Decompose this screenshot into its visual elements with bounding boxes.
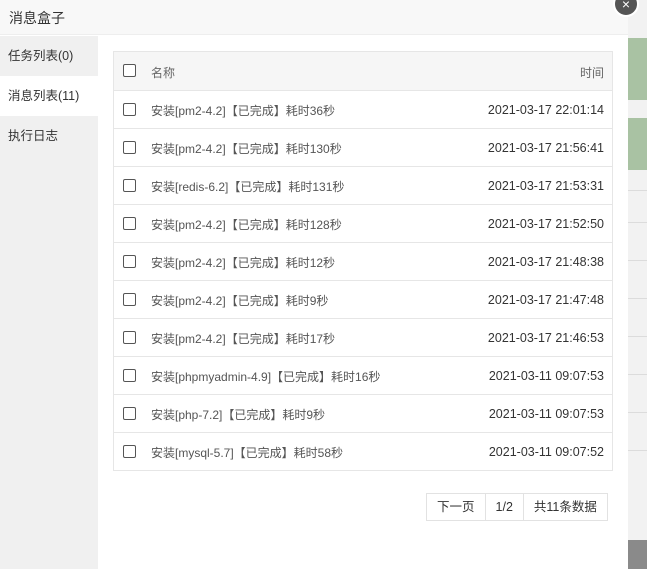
- row-checkbox[interactable]: [123, 445, 136, 458]
- message-name: 安装[redis-6.2]【已完成】耗时131秒: [151, 180, 345, 194]
- message-name: 安装[pm2-4.2]【已完成】耗时9秒: [151, 294, 329, 308]
- message-time: 2021-03-11 09:07:53: [488, 407, 604, 421]
- message-box-dialog: 消息盒子 任务列表(0) 消息列表(11) 执行日志 名称 时间 安装[pm2-…: [0, 0, 628, 569]
- table-row: 安装[pm2-4.2]【已完成】耗时130秒 2021-03-17 21:56:…: [114, 128, 612, 166]
- background-divider: [628, 260, 647, 261]
- message-time: 2021-03-17 21:47:48: [487, 293, 604, 307]
- table-row: 安装[mysql-5.7]【已完成】耗时58秒 2021-03-11 09:07…: [114, 432, 612, 470]
- message-name: 安装[pm2-4.2]【已完成】耗时17秒: [151, 332, 336, 346]
- message-name: 安装[pm2-4.2]【已完成】耗时12秒: [151, 256, 336, 270]
- table-row: 安装[pm2-4.2]【已完成】耗时17秒 2021-03-17 21:46:5…: [114, 318, 612, 356]
- background-divider: [628, 222, 647, 223]
- sidebar-item-exec-log[interactable]: 执行日志: [0, 116, 98, 156]
- table-row: 安装[php-7.2]【已完成】耗时9秒 2021-03-11 09:07:53: [114, 394, 612, 432]
- next-page-button[interactable]: 下一页: [427, 494, 485, 520]
- row-checkbox[interactable]: [123, 369, 136, 382]
- message-name: 安装[mysql-5.7]【已完成】耗时58秒: [151, 446, 344, 460]
- table-row: 安装[pm2-4.2]【已完成】耗时12秒 2021-03-17 21:48:3…: [114, 242, 612, 280]
- select-all-checkbox[interactable]: [123, 64, 136, 77]
- message-table: 名称 时间 安装[pm2-4.2]【已完成】耗时36秒 2021-03-17 2…: [113, 51, 613, 471]
- message-time: 2021-03-17 21:52:50: [487, 217, 604, 231]
- dialog-sidebar: 任务列表(0) 消息列表(11) 执行日志: [0, 36, 98, 569]
- table-row: 安装[pm2-4.2]【已完成】耗时128秒 2021-03-17 21:52:…: [114, 204, 612, 242]
- dialog-title: 消息盒子: [9, 10, 65, 26]
- page-indicator: 1/2: [484, 494, 523, 520]
- sidebar-item-tasks[interactable]: 任务列表(0): [0, 36, 98, 76]
- background-divider: [628, 450, 647, 451]
- dialog-header: 消息盒子: [0, 0, 628, 35]
- table-row: 安装[pm2-4.2]【已完成】耗时36秒 2021-03-17 22:01:1…: [114, 90, 612, 128]
- table-header-row: 名称 时间: [114, 52, 612, 90]
- column-header-name: 名称: [151, 66, 176, 80]
- table-row: 安装[redis-6.2]【已完成】耗时131秒 2021-03-17 21:5…: [114, 166, 612, 204]
- table-row: 安装[pm2-4.2]【已完成】耗时9秒 2021-03-17 21:47:48: [114, 280, 612, 318]
- message-name: 安装[phpmyadmin-4.9]【已完成】耗时16秒: [151, 370, 381, 384]
- row-checkbox[interactable]: [123, 217, 136, 230]
- pagination: 下一页 1/2 共11条数据: [426, 493, 608, 521]
- background-divider: [628, 374, 647, 375]
- message-time: 2021-03-17 21:46:53: [487, 331, 604, 345]
- row-checkbox[interactable]: [123, 141, 136, 154]
- background-divider: [628, 190, 647, 191]
- background-panel: [628, 38, 647, 100]
- row-checkbox[interactable]: [123, 331, 136, 344]
- table-row: 安装[phpmyadmin-4.9]【已完成】耗时16秒 2021-03-11 …: [114, 356, 612, 394]
- message-time: 2021-03-17 21:56:41: [487, 141, 604, 155]
- row-checkbox[interactable]: [123, 407, 136, 420]
- message-time: 2021-03-17 21:53:31: [487, 179, 604, 193]
- background-footer: [628, 540, 647, 569]
- message-name: 安装[pm2-4.2]【已完成】耗时130秒: [151, 142, 342, 156]
- message-time: 2021-03-17 21:48:38: [487, 255, 604, 269]
- total-count: 共11条数据: [522, 494, 607, 520]
- background-divider: [628, 412, 647, 413]
- sidebar-item-messages[interactable]: 消息列表(11): [0, 76, 98, 116]
- message-time: 2021-03-11 09:07:53: [488, 369, 604, 383]
- row-checkbox[interactable]: [123, 255, 136, 268]
- background-panel: [628, 118, 647, 170]
- message-time: 2021-03-17 22:01:14: [487, 103, 604, 117]
- background-divider: [628, 336, 647, 337]
- column-header-time: 时间: [579, 66, 604, 80]
- row-checkbox[interactable]: [123, 103, 136, 116]
- message-time: 2021-03-11 09:07:52: [488, 445, 604, 459]
- message-name: 安装[pm2-4.2]【已完成】耗时36秒: [151, 104, 336, 118]
- message-name: 安装[php-7.2]【已完成】耗时9秒: [151, 408, 326, 422]
- row-checkbox[interactable]: [123, 179, 136, 192]
- row-checkbox[interactable]: [123, 293, 136, 306]
- message-name: 安装[pm2-4.2]【已完成】耗时128秒: [151, 218, 342, 232]
- background-divider: [628, 298, 647, 299]
